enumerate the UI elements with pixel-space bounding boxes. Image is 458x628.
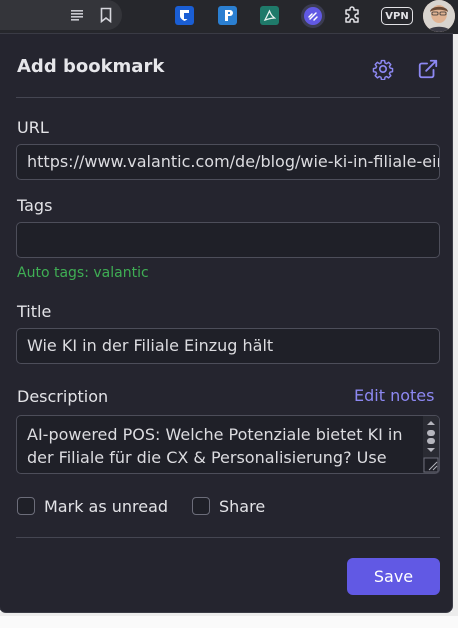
title-label: Title [17, 302, 52, 321]
edit-notes-link[interactable]: Edit notes [354, 386, 434, 405]
vpn-label: VPN [385, 10, 409, 22]
page-background [452, 34, 458, 628]
url-input[interactable]: https://www.valantic.com/de/blog/wie-ki-… [16, 144, 440, 180]
settings-gear-icon[interactable] [372, 58, 394, 81]
browser-toolbar: VPN [0, 0, 458, 34]
url-label: URL [17, 118, 49, 137]
auto-tags-hint: Auto tags: valantic [17, 265, 149, 281]
tags-label: Tags [17, 196, 53, 215]
extensions-icon[interactable] [342, 5, 364, 27]
header-divider [16, 97, 440, 98]
description-scrollbar[interactable] [423, 416, 439, 473]
pdf-icon[interactable] [260, 6, 279, 25]
tags-input[interactable] [16, 222, 440, 258]
bookmark-popup [0, 34, 452, 612]
readwise-icon[interactable] [218, 6, 237, 25]
description-textarea[interactable]: AI-powered POS: Welche Potenziale bietet… [16, 415, 440, 474]
share-label[interactable]: Share [219, 497, 265, 516]
mark-unread-label[interactable]: Mark as unread [44, 497, 168, 516]
title-input[interactable]: Wie KI in der Filiale Einzug hält [16, 328, 440, 364]
share-checkbox[interactable] [192, 497, 210, 515]
page-background-bottom [0, 612, 458, 628]
reader-icon[interactable] [69, 7, 85, 23]
description-text: AI-powered POS: Welche Potenziale bietet… [27, 425, 403, 473]
linkding-icon[interactable] [301, 4, 325, 28]
vpn-icon[interactable]: VPN [381, 7, 413, 25]
footer-divider [16, 537, 440, 538]
description-label: Description [17, 387, 109, 406]
bitwarden-icon[interactable] [175, 6, 194, 25]
popup-title: Add bookmark [17, 56, 165, 77]
mark-unread-checkbox[interactable] [17, 497, 35, 515]
profile-avatar[interactable] [423, 0, 455, 32]
bookmark-star-icon[interactable] [98, 6, 114, 24]
save-button[interactable]: Save [347, 558, 440, 595]
open-external-icon[interactable] [417, 58, 439, 80]
